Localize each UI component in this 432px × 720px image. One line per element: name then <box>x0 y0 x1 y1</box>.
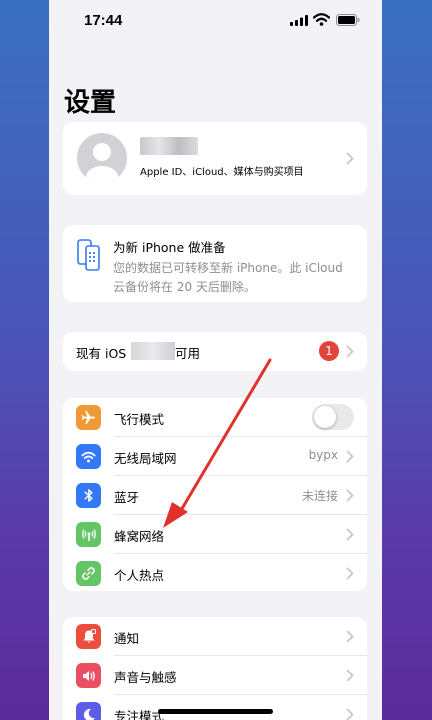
annotation-arrow-icon <box>163 358 272 528</box>
